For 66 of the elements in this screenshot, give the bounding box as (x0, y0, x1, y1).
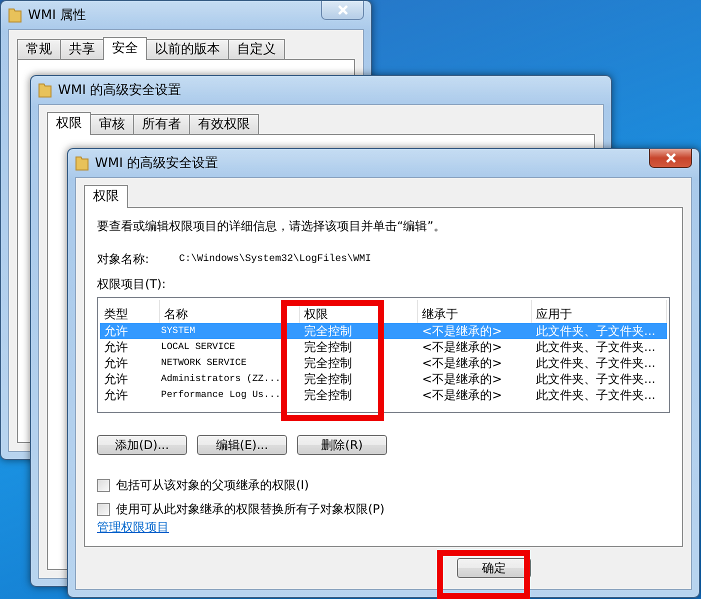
table-cell-text: <不是继承的> (421, 355, 504, 371)
action-button[interactable]: 添加(D)... (97, 435, 187, 455)
table-cell-text: <不是继承的> (421, 371, 504, 387)
tab[interactable]: 自定义 (228, 39, 285, 60)
tab[interactable]: 以前的版本 (146, 39, 229, 60)
window-title: WMI 属性 (28, 7, 86, 24)
table-cell-text: 完全控制 (303, 355, 353, 371)
tab[interactable]: 共享 (60, 39, 104, 60)
window-title: WMI 的高级安全设置 (95, 155, 218, 172)
checkbox[interactable] (97, 503, 110, 516)
close-button[interactable] (649, 149, 692, 168)
window-title: WMI 的高级安全设置 (58, 82, 182, 99)
column-header[interactable]: 继承于 (422, 307, 458, 321)
table-cell-text: SYSTEM (160, 324, 196, 338)
checkbox-label: 使用可从此对象继承的权限替换所有子对象权限(P) (116, 501, 385, 518)
table-cell-text: <不是继承的> (421, 387, 504, 403)
object-name-label: 对象名称: (97, 251, 150, 268)
checkbox[interactable] (97, 479, 110, 492)
action-button[interactable]: 删除(R) (297, 435, 387, 455)
column-header[interactable]: 权限 (304, 307, 328, 321)
table-cell-text: 允许 (103, 323, 129, 339)
tab[interactable]: 权限 (47, 112, 91, 135)
table-cell-text: NETWORK SERVICE (160, 356, 248, 370)
close-icon (664, 153, 676, 163)
table-cell-text: 此文件夹、子文件夹... (535, 355, 656, 371)
table-cell-text: 此文件夹、子文件夹... (535, 371, 656, 387)
table-cell-text: 此文件夹、子文件夹... (535, 323, 656, 339)
close-icon (336, 5, 348, 15)
table-cell-text: 完全控制 (303, 371, 353, 387)
table-cell-text: 允许 (103, 387, 129, 403)
table-cell-text: 完全控制 (303, 323, 353, 339)
table-cell-text: <不是继承的> (421, 339, 504, 355)
permission-row[interactable]: 允许 Performance Log Us... 完全控制 <不是继承的> 此文件夹、子文件夹... (100, 387, 667, 403)
table-cell-text: 完全控制 (303, 387, 353, 403)
folder-icon (38, 82, 52, 98)
permission-row[interactable]: 允许 Administrators (ZZ... 完全控制 <不是继承的> 此文件夹、子文件夹... (100, 371, 667, 387)
column-header[interactable]: 类型 (104, 307, 128, 321)
folder-icon (75, 155, 89, 171)
permission-row[interactable]: 允许 NETWORK SERVICE 完全控制 <不是继承的> 此文件夹、子文件夹... (100, 355, 667, 371)
folder-icon (8, 7, 22, 23)
table-cell-text: LOCAL SERVICE (160, 340, 236, 354)
table-cell-text: 允许 (103, 355, 129, 371)
table-cell-text: 此文件夹、子文件夹... (535, 339, 656, 355)
table-cell-text: 完全控制 (303, 339, 353, 355)
permission-row[interactable]: 允许 LOCAL SERVICE 完全控制 <不是继承的> 此文件夹、子文件夹... (100, 339, 667, 355)
entries-label: 权限项目(T): (97, 276, 167, 293)
checkbox-label: 包括可从该对象的父项继承的权限(I) (116, 477, 309, 494)
ok-button[interactable]: 确定 (457, 558, 531, 578)
table-cell-text: Performance Log Us... (160, 388, 282, 402)
table-cell-text: 允许 (103, 339, 129, 355)
object-name-path: C:\Windows\System32\LogFiles\WMI (179, 254, 372, 265)
tab[interactable]: 安全 (103, 37, 147, 60)
column-header[interactable]: 应用于 (536, 307, 572, 321)
column-header[interactable]: 名称 (164, 307, 188, 321)
table-cell-text: <不是继承的> (421, 323, 504, 339)
tab[interactable]: 常规 (17, 39, 61, 60)
tab[interactable]: 权限 (84, 185, 128, 208)
tab[interactable]: 有效权限 (189, 114, 259, 135)
tab[interactable]: 所有者 (133, 114, 190, 135)
tab[interactable]: 审核 (90, 114, 134, 135)
table-cell-text: Administrators (ZZ... (160, 372, 282, 386)
table-cell-text: 允许 (103, 371, 129, 387)
instruction-text: 要查看或编辑权限项目的详细信息，请选择该项目并单击“编辑”。 (97, 218, 446, 235)
manage-link[interactable]: 管理权限项目 (97, 520, 169, 534)
table-cell-text: 此文件夹、子文件夹... (535, 387, 656, 403)
action-button[interactable]: 编辑(E)... (197, 435, 287, 455)
